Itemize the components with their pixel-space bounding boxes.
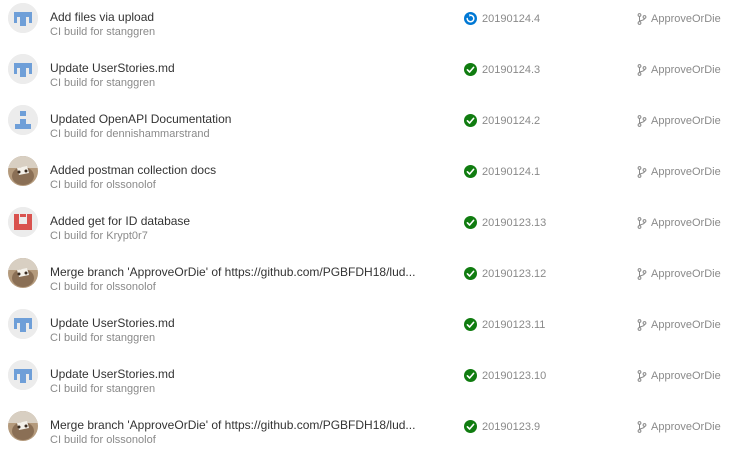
avatar [8, 156, 38, 186]
branch-name[interactable]: ApproveOrDie [651, 268, 721, 280]
branch-name[interactable]: ApproveOrDie [651, 370, 721, 382]
build-number[interactable]: 20190123.9 [482, 421, 540, 433]
build-number[interactable]: 20190124.3 [482, 64, 540, 76]
build-row[interactable]: Update UserStories.md CI build for stangg… [0, 51, 754, 102]
checkmark-circle-icon [464, 63, 477, 76]
branch-name[interactable]: ApproveOrDie [651, 166, 721, 178]
build-reason: CI build for stanggren [50, 77, 156, 89]
avatar [8, 105, 38, 135]
build-row[interactable]: Update UserStories.md CI build for stangg… [0, 357, 754, 408]
build-row[interactable]: Merge branch 'ApproveOrDie' of https://g… [0, 255, 754, 306]
build-number[interactable]: 20190124.1 [482, 166, 540, 178]
build-number[interactable]: 20190123.11 [482, 319, 545, 331]
branch-icon [637, 217, 647, 229]
branch-name[interactable]: ApproveOrDie [651, 115, 721, 127]
build-number[interactable]: 20190123.12 [482, 268, 546, 280]
avatar [8, 411, 38, 441]
avatar [8, 360, 38, 390]
branch-name[interactable]: ApproveOrDie [651, 319, 721, 331]
build-row[interactable]: Add files via upload CI build for stanggr… [0, 0, 754, 51]
build-number[interactable]: 20190123.10 [482, 370, 546, 382]
avatar [8, 258, 38, 288]
commit-title[interactable]: Update UserStories.md [50, 367, 175, 381]
branch-icon [637, 115, 647, 127]
branch-icon [637, 268, 647, 280]
build-reason: CI build for stanggren [50, 26, 156, 38]
branch-icon [637, 166, 647, 178]
commit-title[interactable]: Added postman collection docs [50, 163, 216, 177]
branch-icon [637, 64, 647, 76]
branch-icon [637, 370, 647, 382]
build-row[interactable]: Update UserStories.md CI build for stangg… [0, 306, 754, 357]
commit-title[interactable]: Merge branch 'ApproveOrDie' of https://g… [50, 265, 415, 279]
commit-title[interactable]: Update UserStories.md [50, 61, 175, 75]
build-reason: CI build for Krypt0r7 [50, 230, 148, 242]
build-row[interactable]: Merge branch 'ApproveOrDie' of https://g… [0, 408, 754, 459]
checkmark-circle-icon [464, 216, 477, 229]
build-reason: CI build for stanggren [50, 383, 156, 395]
build-row[interactable]: Added postman collection docs CI build fo… [0, 153, 754, 204]
branch-name[interactable]: ApproveOrDie [651, 217, 721, 229]
build-reason: CI build for olssonolof [50, 434, 156, 446]
avatar [8, 54, 38, 84]
commit-title[interactable]: Add files via upload [50, 10, 154, 24]
build-reason: CI build for dennishammarstrand [50, 128, 210, 140]
checkmark-circle-icon [464, 267, 477, 280]
checkmark-circle-icon [464, 369, 477, 382]
commit-title[interactable]: Updated OpenAPI Documentation [50, 112, 231, 126]
branch-icon [637, 13, 647, 25]
branch-name[interactable]: ApproveOrDie [651, 13, 721, 25]
avatar [8, 3, 38, 33]
build-row[interactable]: Updated OpenAPI Documentation CI build fo… [0, 102, 754, 153]
build-number[interactable]: 20190123.13 [482, 217, 546, 229]
build-list: Add files via upload CI build for stanggr… [0, 0, 754, 461]
build-reason: CI build for olssonolof [50, 179, 156, 191]
branch-name[interactable]: ApproveOrDie [651, 421, 721, 433]
branch-icon [637, 319, 647, 331]
avatar [8, 207, 38, 237]
build-reason: CI build for olssonolof [50, 281, 156, 293]
in-progress-icon [464, 12, 477, 25]
checkmark-circle-icon [464, 420, 477, 433]
commit-title[interactable]: Added get for ID database [50, 214, 190, 228]
build-number[interactable]: 20190124.4 [482, 13, 540, 25]
commit-title[interactable]: Merge branch 'ApproveOrDie' of https://g… [50, 418, 415, 432]
checkmark-circle-icon [464, 114, 477, 127]
checkmark-circle-icon [464, 165, 477, 178]
build-row[interactable]: Added get for ID database CI build for Kr… [0, 204, 754, 255]
branch-icon [637, 421, 647, 433]
branch-name[interactable]: ApproveOrDie [651, 64, 721, 76]
build-number[interactable]: 20190124.2 [482, 115, 540, 127]
build-reason: CI build for stanggren [50, 332, 156, 344]
checkmark-circle-icon [464, 318, 477, 331]
avatar [8, 309, 38, 339]
commit-title[interactable]: Update UserStories.md [50, 316, 175, 330]
